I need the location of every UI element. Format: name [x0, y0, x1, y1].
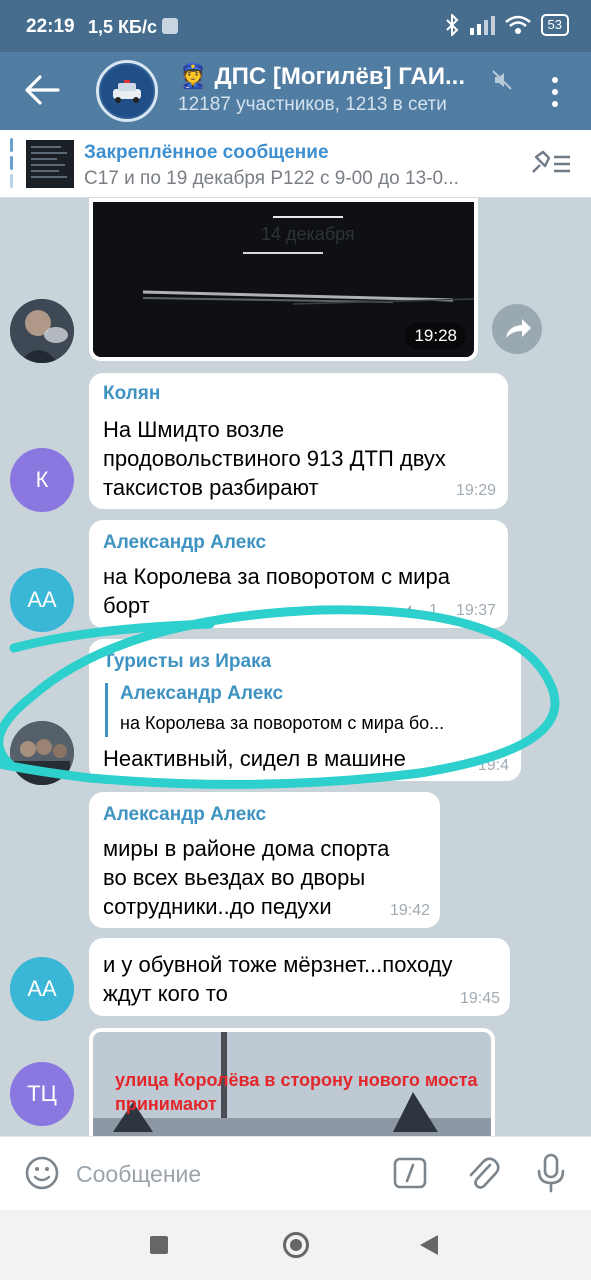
wifi-icon — [504, 15, 531, 34]
channel-member-count: 12187 участников, 1213 в сети — [178, 94, 447, 115]
pinned-indicator — [10, 138, 14, 190]
status-time: 22:19 — [26, 16, 75, 37]
bot-command-icon[interactable] — [393, 1157, 427, 1189]
photo-time: 19:28 — [405, 323, 466, 349]
message-line: на Королева за поворотом с мира — [103, 564, 450, 589]
forward-arrow-icon — [506, 319, 531, 338]
quoted-sender: Александр Алекс — [120, 683, 284, 704]
bluetooth-icon — [445, 14, 458, 36]
message-line: миры в районе дома спорта — [103, 836, 390, 861]
message-time: 19:29 — [455, 482, 496, 499]
avatar[interactable]: К — [10, 448, 74, 512]
message-text: и у обувной тоже мёрзнет...походу ждут к… — [103, 950, 453, 1008]
attachment-icon[interactable] — [466, 1155, 500, 1193]
message-time: 19:4 — [477, 757, 509, 774]
replies-indicator[interactable]: 1 — [405, 602, 438, 620]
channel-avatar[interactable] — [96, 60, 158, 122]
notification-icon — [162, 18, 178, 34]
message-input[interactable]: Сообщение — [76, 1161, 201, 1188]
user-photo-avatar — [10, 299, 74, 363]
quoted-reply[interactable]: Александр Алекс на Королева за поворотом… — [105, 683, 505, 737]
message-line: Неактивный, сидел в машине — [103, 746, 406, 771]
message-time: 19:42 — [389, 902, 430, 919]
message-line: и у обувной тоже мёрзнет...походу — [103, 952, 453, 977]
chat-area[interactable]: 14 декабря 19:28 Колян На Шмидто возле п… — [0, 198, 591, 1136]
status-speed: 1,5 КБ/с — [88, 17, 157, 37]
pinned-thumbnail — [26, 140, 74, 188]
sender-name[interactable]: Александр Алекс — [103, 532, 266, 554]
channel-title[interactable]: 👮 ДПС [Могилёв] ГАИ... — [178, 62, 465, 91]
police-car-logo-icon — [101, 65, 153, 117]
message-bubble[interactable]: Александр Алекс на Королева за поворотом… — [89, 520, 508, 628]
avatar[interactable]: АА — [10, 957, 74, 1021]
avatar[interactable] — [10, 299, 74, 363]
message-time: 19:37 — [455, 602, 496, 619]
back-triangle-icon[interactable] — [420, 1235, 438, 1255]
pinned-text: С17 и по 19 декабря Р122 с 9-00 до 13-0.… — [84, 168, 459, 189]
avatar[interactable]: ТЦ — [10, 1062, 74, 1126]
share-button[interactable] — [492, 304, 542, 354]
photo-message[interactable]: улица Королёва в сторону нового моста пр… — [89, 1028, 495, 1136]
recents-icon[interactable] — [150, 1236, 168, 1254]
system-navigation-bar — [0, 1210, 591, 1280]
photo-watermark: 14 декабря — [261, 224, 355, 244]
more-menu-icon[interactable] — [545, 72, 565, 112]
home-icon[interactable] — [283, 1232, 309, 1258]
user-photo-avatar — [10, 721, 74, 785]
microphone-icon[interactable] — [536, 1153, 566, 1193]
muted-icon — [492, 70, 512, 90]
chat-header: 👮 ДПС [Могилёв] ГАИ... 12187 участников,… — [0, 52, 591, 130]
message-line: ждут кого то — [103, 981, 228, 1006]
photo-caption: улица Королёва в сторону нового моста пр… — [115, 1070, 478, 1114]
avatar[interactable] — [10, 721, 74, 785]
pinned-title: Закреплённое сообщение — [84, 142, 329, 163]
message-bubble[interactable]: Туристы из Ирака Александр Алекс на Коро… — [89, 639, 521, 781]
message-line: во всех вьездах во дворы — [103, 865, 366, 890]
message-line: На Шмидто возле — [103, 417, 285, 442]
message-text: миры в районе дома спорта во всех вьезда… — [103, 834, 389, 921]
sender-name[interactable]: Туристы из Ирака — [103, 651, 271, 673]
message-line: сотрудники..до педухи — [103, 894, 332, 919]
pinned-message-bar[interactable]: Закреплённое сообщение С17 и по 19 декаб… — [0, 130, 591, 198]
back-arrow-icon[interactable] — [22, 72, 62, 108]
signal-icon — [469, 16, 495, 35]
message-text: Неактивный, сидел в машине — [103, 744, 406, 773]
emoji-icon[interactable] — [24, 1155, 60, 1191]
message-text: на Королева за поворотом с мира борт — [103, 562, 450, 620]
pin-list-icon[interactable] — [530, 148, 572, 178]
photo-message[interactable]: 14 декабря 19:28 — [89, 198, 478, 361]
message-bubble[interactable]: и у обувной тоже мёрзнет...походу ждут к… — [89, 938, 510, 1016]
status-icons: 53 — [445, 14, 569, 36]
reply-arrow-icon — [406, 605, 423, 617]
message-text: На Шмидто возле продовольствиного 913 ДТ… — [103, 415, 446, 502]
replies-count: 1 — [429, 602, 438, 619]
message-bubble[interactable]: Колян На Шмидто возле продовольствиного … — [89, 373, 508, 509]
message-line: борт — [103, 593, 150, 618]
battery-indicator: 53 — [540, 14, 569, 36]
message-line: продовольствиного 913 ДТП двух — [103, 446, 446, 471]
message-input-bar: Сообщение — [0, 1136, 591, 1210]
message-bubble[interactable]: Александр Алекс миры в районе дома спорт… — [89, 792, 440, 928]
sender-name[interactable]: Колян — [103, 383, 160, 405]
message-time: 19:45 — [459, 990, 500, 1007]
sender-name[interactable]: Александр Алекс — [103, 804, 266, 826]
message-line: таксистов разбирают — [103, 475, 319, 500]
status-bar: 22:19 1,5 КБ/с 53 — [0, 0, 591, 52]
quoted-text: на Королева за поворотом с мира бо... — [120, 713, 445, 733]
avatar[interactable]: АА — [10, 568, 74, 632]
